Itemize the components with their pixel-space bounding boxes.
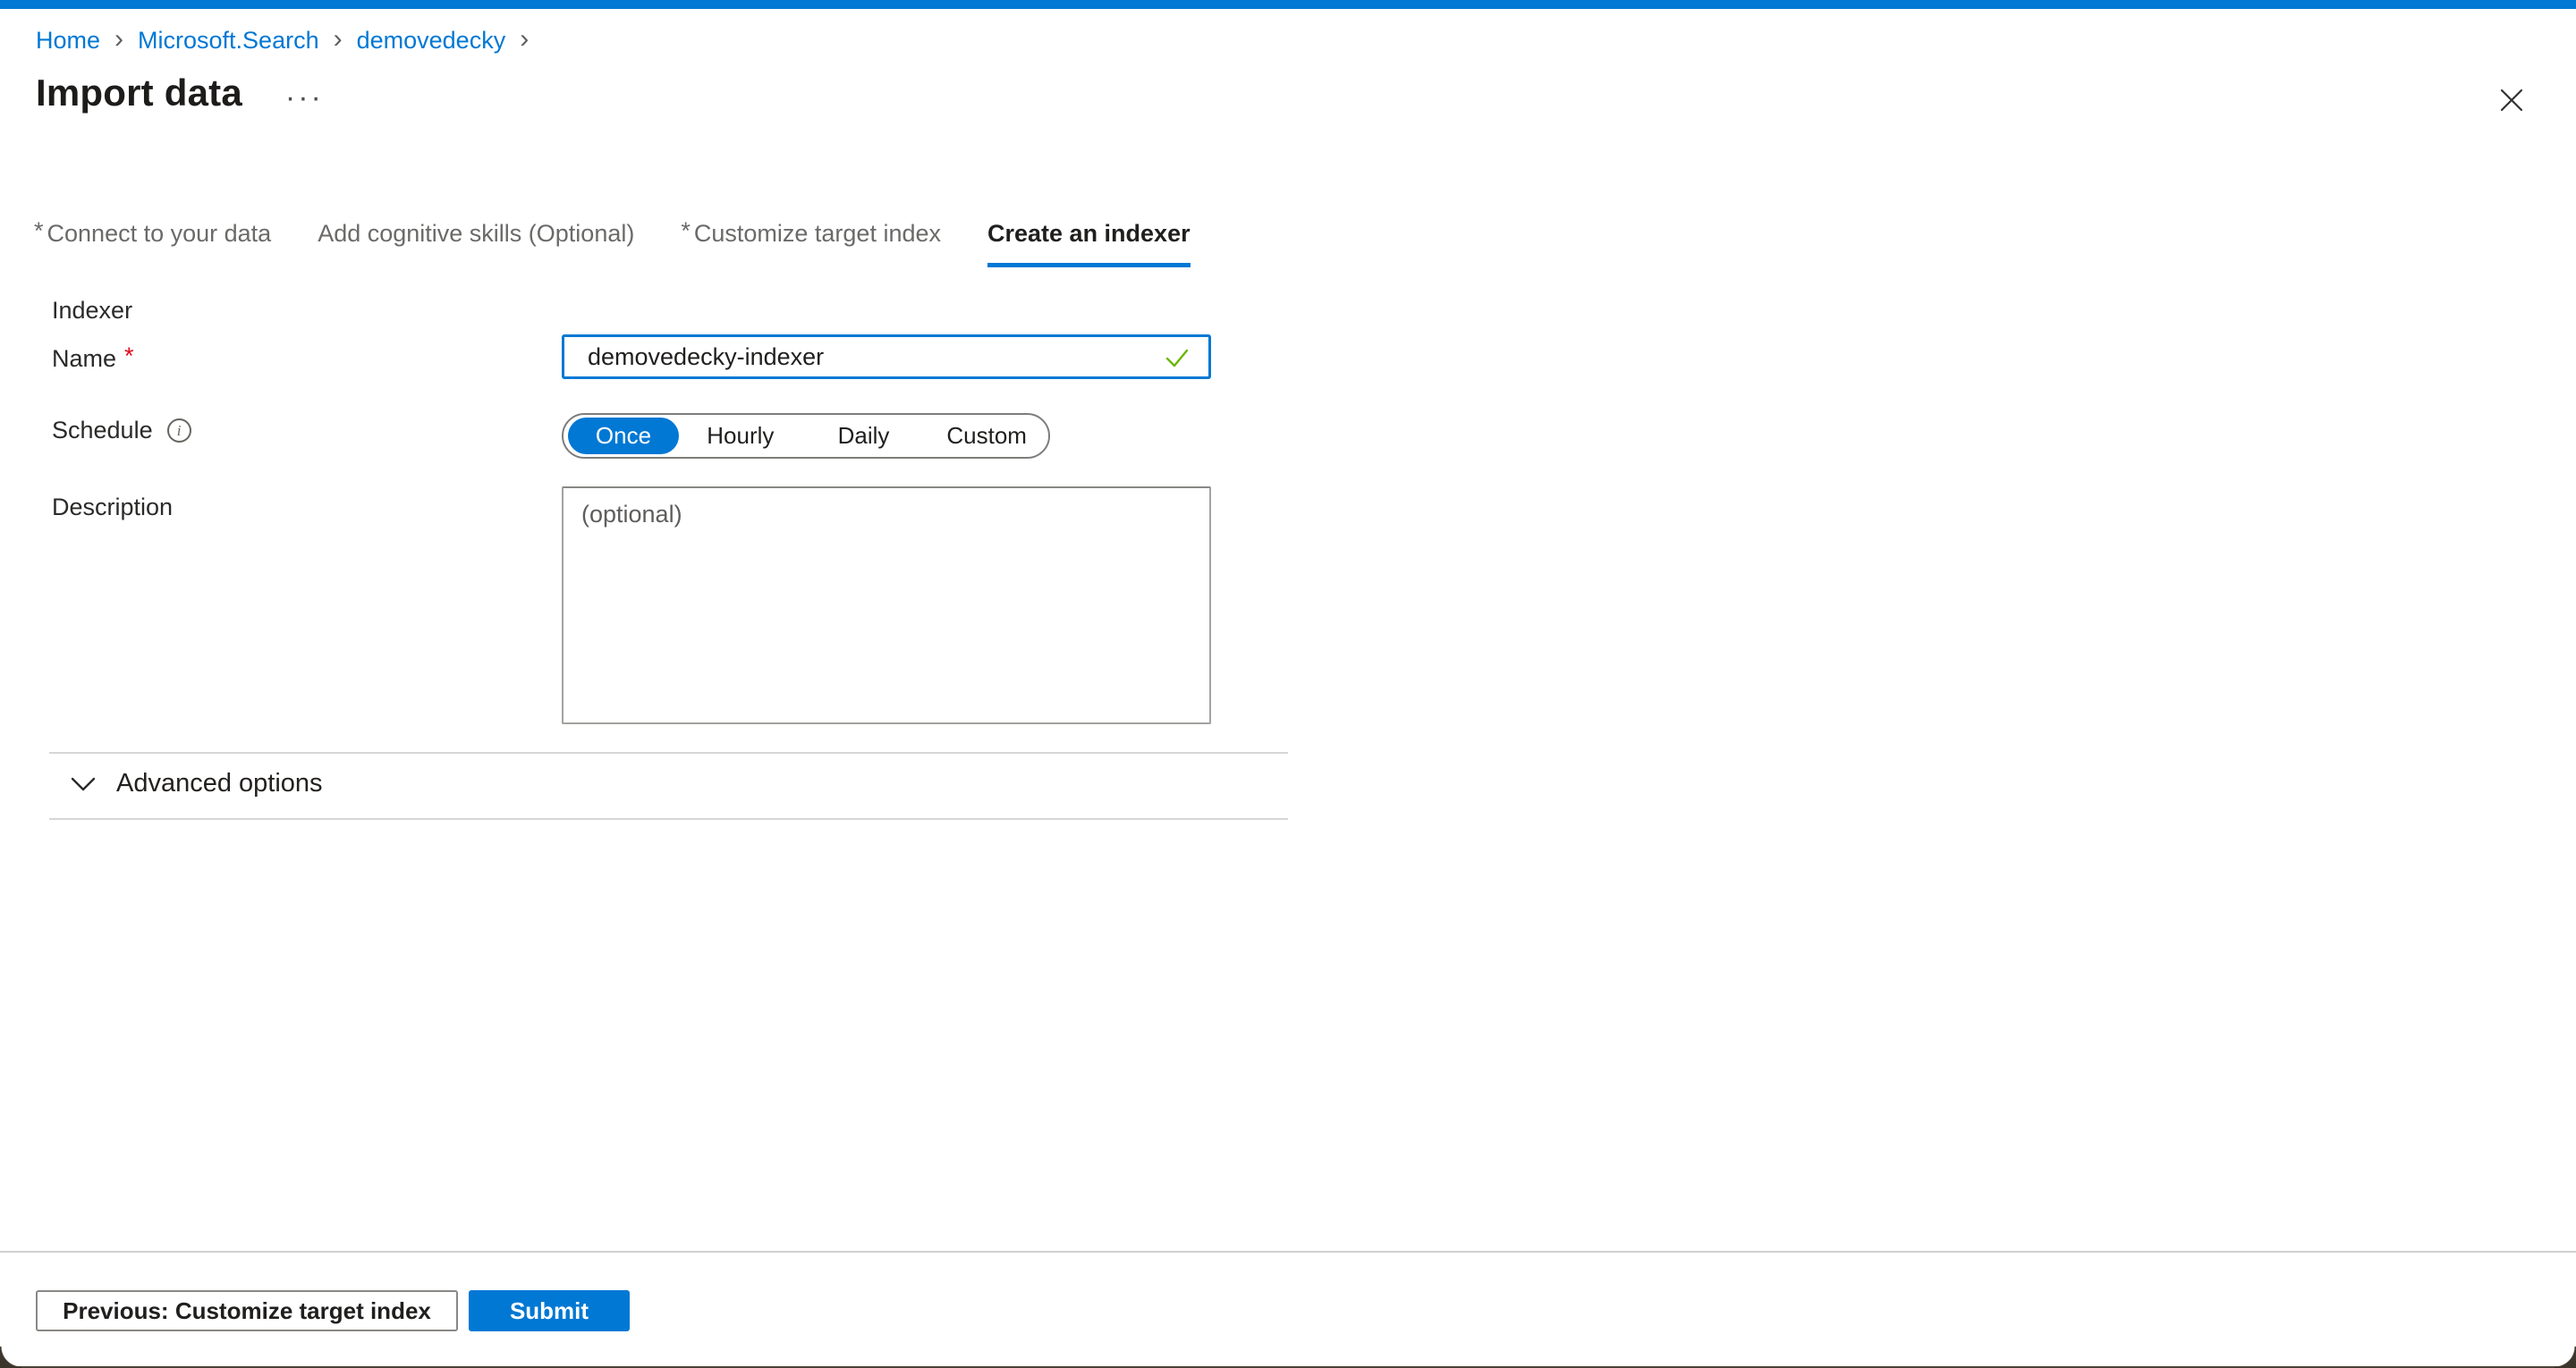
window-corner	[2555, 1347, 2576, 1368]
schedule-label-text: Schedule	[52, 417, 153, 444]
schedule-option-once[interactable]: Once	[568, 418, 679, 454]
divider	[49, 818, 1288, 820]
schedule-option-hourly[interactable]: Hourly	[679, 422, 802, 450]
breadcrumb-microsoft-search[interactable]: Microsoft.Search	[138, 27, 319, 55]
tab-label: Add cognitive skills (Optional)	[318, 220, 634, 247]
tab-label: Create an indexer	[987, 220, 1191, 247]
more-options-icon[interactable]: ···	[285, 80, 324, 106]
breadcrumb-home[interactable]: Home	[36, 27, 100, 55]
name-input-wrap	[562, 334, 1211, 379]
breadcrumb-separator-icon: ›	[334, 27, 343, 51]
breadcrumb: Home › Microsoft.Search › demovedecky ›	[36, 27, 529, 55]
divider	[49, 752, 1288, 754]
blade-header: Import data ···	[36, 72, 324, 114]
tab-customize-target-index[interactable]: *Customize target index	[681, 220, 941, 267]
previous-button[interactable]: Previous: Customize target index	[36, 1290, 458, 1331]
valid-checkmark-icon	[1163, 343, 1191, 372]
tab-add-cognitive-skills[interactable]: Add cognitive skills (Optional)	[318, 220, 634, 267]
tab-required-marker: *	[34, 217, 44, 244]
indexer-section-label: Indexer	[52, 297, 132, 325]
footer-divider	[0, 1251, 2576, 1253]
top-accent-bar	[0, 0, 2576, 9]
advanced-options-toggle[interactable]: Advanced options	[70, 769, 323, 798]
tab-create-an-indexer[interactable]: Create an indexer	[987, 220, 1191, 267]
close-button[interactable]	[2496, 84, 2528, 116]
page-title: Import data	[36, 72, 242, 114]
schedule-field-label: Schedule i	[52, 417, 191, 444]
description-field-label: Description	[52, 494, 173, 521]
close-icon	[2498, 87, 2525, 114]
window-corner	[0, 1347, 21, 1368]
tab-connect-to-your-data[interactable]: *Connect to your data	[34, 220, 271, 267]
import-data-blade: Home › Microsoft.Search › demovedecky › …	[0, 0, 2576, 1368]
breadcrumb-separator-icon: ›	[520, 27, 529, 51]
schedule-option-custom[interactable]: Custom	[925, 422, 1048, 450]
required-asterisk: *	[124, 342, 134, 370]
tab-label: Connect to your data	[47, 220, 272, 247]
footer-actions: Previous: Customize target index Submit	[36, 1290, 630, 1331]
info-icon[interactable]: i	[167, 418, 191, 443]
wizard-tabs: *Connect to your data Add cognitive skil…	[34, 220, 1191, 267]
chevron-down-icon	[70, 775, 97, 793]
name-label-text: Name	[52, 345, 116, 373]
schedule-option-daily[interactable]: Daily	[802, 422, 926, 450]
description-label-text: Description	[52, 494, 173, 521]
breadcrumb-demovedecky[interactable]: demovedecky	[357, 27, 506, 55]
advanced-options-label: Advanced options	[116, 769, 323, 798]
breadcrumb-separator-icon: ›	[114, 27, 123, 51]
tab-label: Customize target index	[694, 220, 941, 247]
name-field-label: Name *	[52, 345, 134, 373]
schedule-toggle-group: Once Hourly Daily Custom	[562, 413, 1050, 459]
description-textarea[interactable]	[562, 486, 1211, 724]
submit-button[interactable]: Submit	[469, 1290, 630, 1331]
tab-required-marker: *	[681, 217, 691, 244]
indexer-name-input[interactable]	[562, 334, 1211, 379]
